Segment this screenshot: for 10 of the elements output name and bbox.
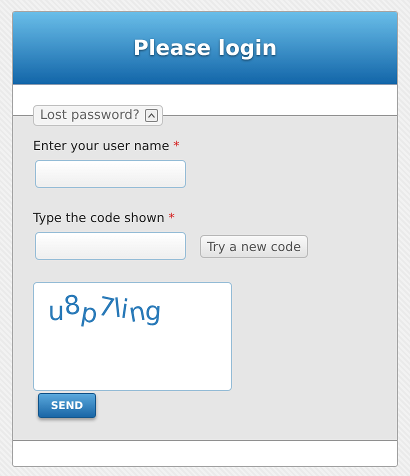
send-button[interactable]: SEND (38, 393, 96, 418)
field-label: Enter your user name * (33, 138, 181, 153)
input-field[interactable] (35, 232, 186, 260)
login-title: Please login (13, 12, 397, 85)
field-label: Type the code shown * (33, 210, 176, 225)
lost-password-toggle[interactable]: Lost password? (33, 105, 163, 126)
captcha-text: u8p7ling (48, 297, 162, 327)
collapse-icon (144, 109, 158, 122)
new-code-button[interactable]: Try a new code (200, 234, 308, 258)
input-field[interactable] (35, 160, 186, 188)
